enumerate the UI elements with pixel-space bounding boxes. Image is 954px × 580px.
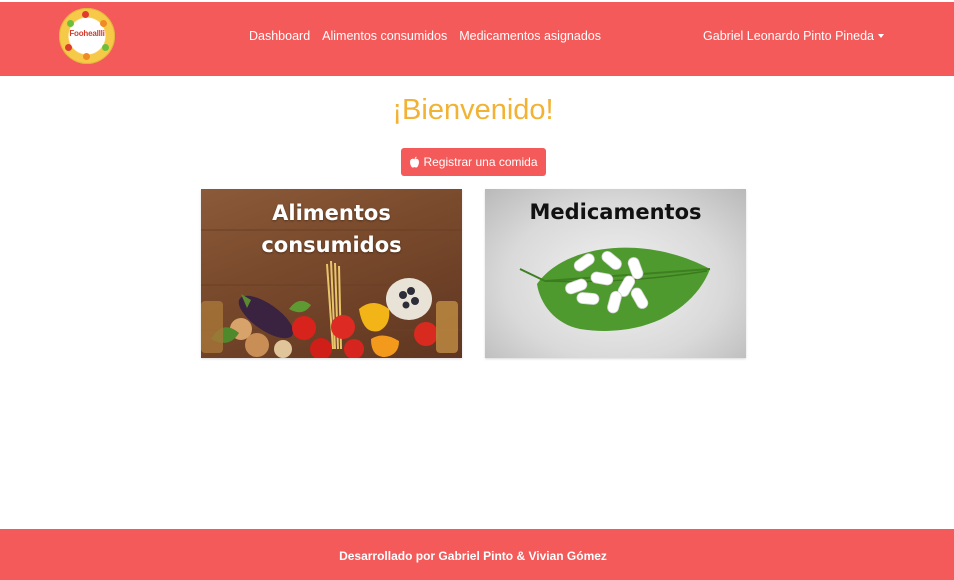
card-medicamentos-title: Medicamentos [529, 200, 702, 224]
nav-dashboard[interactable]: Dashboard [249, 29, 310, 43]
nav-medicamentos-asignados[interactable]: Medicamentos asignados [459, 29, 601, 43]
logo-text: Fooheallli [69, 29, 105, 38]
brand-logo[interactable]: Fooheallli [59, 8, 115, 64]
welcome-heading: ¡Bienvenido! [392, 94, 554, 126]
user-menu-dropdown[interactable]: Gabriel Leonardo Pinto Pineda [703, 29, 884, 43]
caret-down-icon [878, 34, 884, 38]
card-medicamentos[interactable]: Medicamentos [485, 189, 746, 358]
footer-credits: Desarrollado por Gabriel Pinto & Vivian … [339, 549, 607, 563]
card-alimentos-title: Alimentos consumidos [261, 201, 402, 257]
nav-alimentos-consumidos[interactable]: Alimentos consumidos [322, 29, 447, 43]
register-meal-button[interactable]: Registrar una comida [401, 148, 546, 176]
user-name: Gabriel Leonardo Pinto Pineda [703, 29, 874, 43]
apple-icon [410, 156, 420, 168]
card-alimentos-consumidos[interactable]: Alimentos consumidos [201, 189, 462, 358]
footer: Desarrollado por Gabriel Pinto & Vivian … [0, 529, 954, 580]
navbar: Fooheallli Dashboard Alimentos consumido… [0, 2, 954, 76]
register-meal-label: Registrar una comida [423, 155, 538, 169]
page: Fooheallli Dashboard Alimentos consumido… [0, 0, 954, 580]
nav-links: Dashboard Alimentos consumidos Medicamen… [249, 29, 613, 43]
